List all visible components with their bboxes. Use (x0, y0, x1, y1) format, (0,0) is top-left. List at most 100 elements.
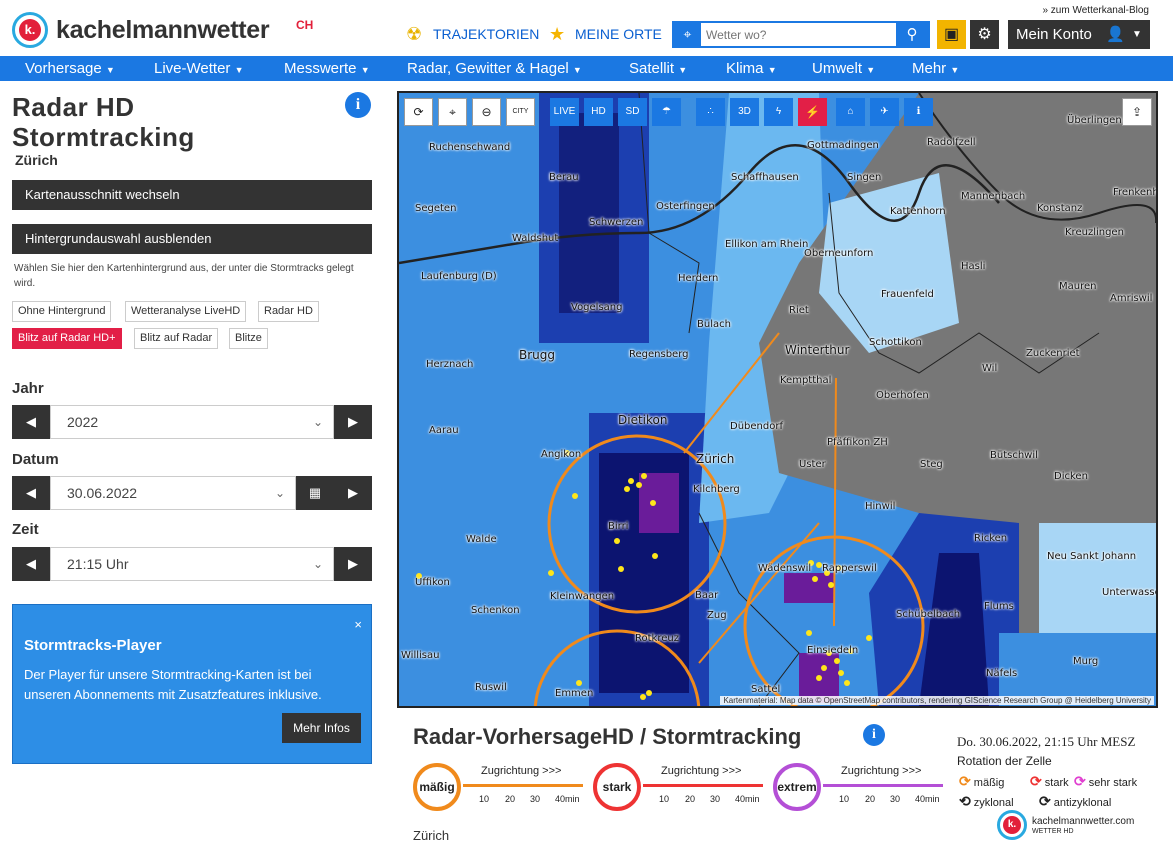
location-pin-icon[interactable]: ⌖ (674, 23, 701, 46)
rotation-icon: ⟳ (1030, 773, 1042, 789)
city-label: Waldshut (512, 233, 559, 244)
city-label: Murg (1073, 656, 1099, 667)
page-title: Radar HD Stormtracking (12, 92, 195, 152)
nav-vorhersage[interactable]: Vorhersage ▼ (25, 60, 115, 77)
next-time-button[interactable]: ▶ (334, 547, 372, 581)
refresh-icon[interactable]: ⟳ (404, 98, 433, 126)
dots-icon[interactable]: ∴ (696, 98, 725, 126)
city-icon[interactable]: CITY (506, 98, 535, 126)
city-label: Wädenswil (758, 563, 812, 574)
city-label: Zuckenriet (1026, 348, 1080, 359)
player-title: Stormtracks-Player (24, 637, 162, 654)
satellite-icon[interactable]: ✈ (870, 98, 899, 126)
chevron-down-icon: ▼ (1132, 29, 1142, 40)
search-icon[interactable]: ⚲ (896, 23, 928, 46)
city-label: Berau (549, 172, 579, 183)
next-date-button[interactable]: ▶ (334, 476, 372, 510)
live-icon[interactable]: LIVE (550, 98, 579, 126)
zoom-out-icon[interactable]: ⊖ (472, 98, 501, 126)
logo-text[interactable]: kachelmannwetter (56, 16, 270, 45)
calendar-icon[interactable]: ▦ (296, 476, 334, 510)
nav-radar[interactable]: Radar, Gewitter & Hagel ▼ (407, 60, 582, 77)
bg-wetteranalyse-livehd[interactable]: Wetteranalyse LiveHD (125, 301, 247, 322)
prev-year-button[interactable]: ◀ (12, 405, 50, 439)
city-label: Frauenfeld (881, 289, 934, 300)
next-year-button[interactable]: ▶ (334, 405, 372, 439)
blog-link[interactable]: » zum Wetterkanal-Blog (1042, 5, 1149, 16)
change-map-section-button[interactable]: Kartenausschnitt wechseln (12, 180, 372, 210)
bg-blitze[interactable]: Blitze (229, 328, 268, 349)
hd-icon[interactable]: HD (584, 98, 613, 126)
trajektorien-link[interactable]: TRAJEKTORIEN (433, 26, 539, 42)
city-label: Dicken (1054, 471, 1088, 482)
legend-title: Radar-VorhersageHD / Stormtracking (413, 724, 802, 749)
jahr-select[interactable]: 2022 ⌄ (50, 405, 334, 439)
home-icon[interactable]: ⌂ (836, 98, 865, 126)
nav-live-wetter[interactable]: Live-Wetter ▼ (154, 60, 244, 77)
sd-icon[interactable]: SD (618, 98, 647, 126)
city-label: Zürich (696, 452, 735, 466)
main-nav: Vorhersage ▼ Live-Wetter ▼ Messwerte ▼ R… (0, 56, 1173, 81)
prev-time-button[interactable]: ◀ (12, 547, 50, 581)
city-label: Baar (695, 590, 719, 601)
prev-date-button[interactable]: ◀ (12, 476, 50, 510)
city-label: Uster (799, 459, 826, 470)
rain-icon[interactable]: ☂ (652, 98, 681, 126)
datestamp: Do. 30.06.2022, 21:15 Uhr MESZ (957, 734, 1136, 749)
bg-blitz-radar[interactable]: Blitz auf Radar (134, 328, 219, 349)
tick-label: 20 (505, 794, 516, 804)
no-lightning-icon[interactable]: ⚡ (798, 98, 827, 126)
logo-letter: k. (19, 19, 41, 41)
3d-icon[interactable]: 3D (730, 98, 759, 126)
bg-ohne-hintergrund[interactable]: Ohne Hintergrund (12, 301, 112, 322)
logo-icon[interactable]: k. (12, 12, 48, 48)
class-extrem-badge: extrem (773, 763, 821, 811)
app-icon[interactable]: ▣ (937, 20, 966, 49)
city-label: Schwerzen (589, 217, 644, 228)
city-label: Zug (707, 610, 727, 621)
bg-blitz-radar-hd-plus[interactable]: Blitz auf Radar HD+ (12, 328, 122, 349)
search-box: ⌖ ⚲ (672, 21, 930, 48)
map-attribution[interactable]: Kartenmaterial: Map data © OpenStreetMap… (720, 696, 1154, 705)
track-bar (823, 784, 943, 787)
city-label: Bütschwil (990, 450, 1038, 461)
tick-label: 10 (839, 794, 850, 804)
rotation-title: Rotation der Zelle (957, 754, 1052, 768)
city-label: Kilchberg (693, 484, 740, 495)
info-icon[interactable]: i (863, 724, 885, 746)
nav-umwelt[interactable]: Umwelt ▼ (812, 60, 875, 77)
city-label: Schottikon (869, 337, 922, 348)
city-label: Riet (789, 305, 809, 316)
mehr-infos-button[interactable]: Mehr Infos (282, 713, 361, 743)
nav-klima[interactable]: Klima ▼ (726, 60, 777, 77)
nav-satellit[interactable]: Satellit ▼ (629, 60, 687, 77)
city-label: Schübelbach (896, 609, 961, 620)
search-input[interactable] (706, 26, 896, 43)
close-icon[interactable]: × (354, 617, 362, 632)
bg-radar-hd[interactable]: Radar HD (258, 301, 319, 322)
tick-label: 40min (735, 794, 760, 804)
city-label: Wil (982, 363, 998, 374)
gear-icon[interactable]: ⚙ (970, 20, 999, 49)
city-label: Regensberg (629, 349, 689, 360)
city-label: Angikon (541, 449, 582, 460)
hide-background-button[interactable]: Hintergrundauswahl ausblenden (12, 224, 372, 254)
location-pin-icon[interactable]: ⌖ (438, 98, 467, 126)
share-icon[interactable]: ⇪ (1122, 98, 1152, 126)
account-button[interactable]: Mein Konto 👤 ▼ (1008, 20, 1150, 49)
city-label: Einsiedeln (807, 645, 859, 656)
radar-map[interactable]: ⟳ ⌖ ⊖ CITY LIVE HD SD ☂ ∴ 3D ϟ ⚡ ⌂ ✈ ℹ ⇪… (397, 91, 1158, 708)
lightning-icon[interactable]: ϟ (764, 98, 793, 126)
city-label: Frenkenhausen (1113, 187, 1156, 198)
info-icon[interactable]: ℹ (904, 98, 933, 126)
zeit-select[interactable]: 21:15 Uhr ⌄ (50, 547, 334, 581)
city-label: Überlingen (1067, 115, 1122, 126)
class-stark-badge: stark (593, 763, 641, 811)
city-label: Singen (847, 172, 882, 183)
nav-mehr[interactable]: Mehr ▼ (912, 60, 959, 77)
info-icon[interactable]: i (345, 92, 371, 118)
nav-messwerte[interactable]: Messwerte ▼ (284, 60, 370, 77)
datum-select[interactable]: 30.06.2022 ⌄ (50, 476, 296, 510)
meine-orte-link[interactable]: MEINE ORTE (575, 26, 662, 42)
city-label: Winterthur (785, 343, 850, 357)
